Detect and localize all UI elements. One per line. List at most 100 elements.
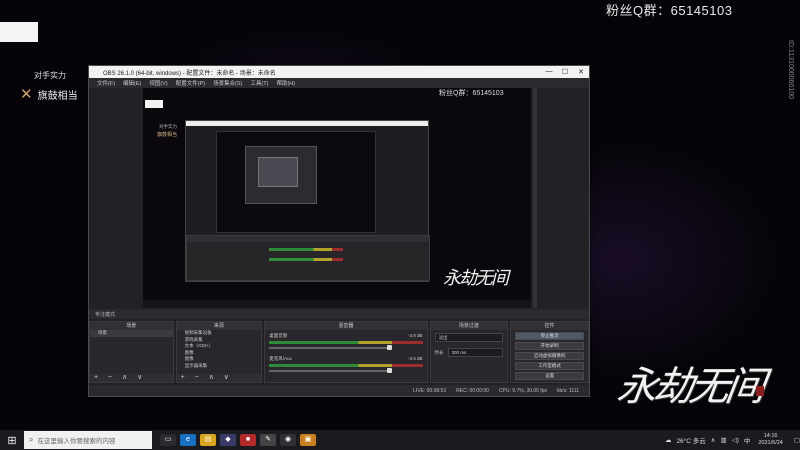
channel-db: -3.9 dB xyxy=(408,356,423,361)
channel-db: -3.9 dB xyxy=(408,333,423,338)
transitions-dock: 场景过渡 淡出 时长 300 ms xyxy=(429,321,509,383)
duration-field[interactable]: 300 ms xyxy=(447,348,504,357)
transitions-title: 场景过渡 xyxy=(430,322,508,330)
obs-docks: 场景 场景 + − ∧ ∨ 来源 视频采集设备 游戏采集 文本（GDI+） 图像… xyxy=(89,321,589,383)
obs-title: OBS 26.1.0 (64-bit, windows) - 配置文件：未命名 … xyxy=(103,70,276,77)
nested-obs-window xyxy=(185,120,430,282)
system-tray: ☁ 26°C 多云 ∧ ▥ ◁) 中 14:16 2021/6/24 ▢ xyxy=(660,433,800,447)
app-icon[interactable]: ✎ xyxy=(260,434,276,446)
mixer-title: 混音器 xyxy=(265,322,427,330)
scene-item[interactable]: 场景 xyxy=(90,330,173,337)
tray-arrow-icon[interactable]: ∧ xyxy=(711,436,716,444)
maximize-icon[interactable]: ☐ xyxy=(557,68,573,76)
mixer-channel: 桌面音频 -3.9 dB xyxy=(269,333,423,350)
controls-dock: 控件 停止推流 开始录制 启动虚拟摄像机 工作室模式 设置 退出 xyxy=(510,321,589,383)
windows-taskbar: ⊞ ⌕ 在这里输入你要搜索的内容 ▭ e ▤ ◆ ■ ✎ ◉ ▣ ☁ 26°C … xyxy=(0,430,800,450)
volume-slider[interactable] xyxy=(269,345,392,350)
menu-file[interactable]: 文件(F) xyxy=(97,79,115,87)
scenes-title: 场景 xyxy=(90,322,173,330)
menu-edit[interactable]: 编辑(E) xyxy=(123,79,141,87)
obs-icon[interactable]: ◉ xyxy=(280,434,296,446)
obs-titlebar[interactable]: OBS 26.1.0 (64-bit, windows) - 配置文件：未命名 … xyxy=(89,66,589,78)
minimize-icon[interactable]: — xyxy=(541,68,557,76)
notification-icon[interactable]: ▢ xyxy=(794,436,800,444)
stats-bar: 专注模式 xyxy=(89,309,589,319)
volume-meter xyxy=(269,364,423,367)
stats-label: 专注模式 xyxy=(95,311,116,318)
app-icon[interactable]: ◆ xyxy=(220,434,236,446)
clock-time: 14:16 xyxy=(763,433,778,439)
menu-help[interactable]: 帮助(H) xyxy=(276,79,295,87)
source-item[interactable]: 显示器采集 xyxy=(177,363,262,370)
channel-name: 麦克风/Aux xyxy=(269,356,292,361)
volume-slider[interactable] xyxy=(269,368,392,373)
ime-indicator[interactable]: 中 xyxy=(744,435,751,445)
nested-window-3 xyxy=(258,157,298,187)
cpu-status: CPU: 9.7%, 30.00 fps xyxy=(498,387,548,394)
nested-window-2 xyxy=(245,146,317,204)
app-icon[interactable]: ▣ xyxy=(300,434,316,446)
opponent-label: 对手实力 xyxy=(34,71,66,80)
fan-group-text: 粉丝Q群：65145103 xyxy=(606,3,733,18)
scenes-toolbar[interactable]: + − ∧ ∨ xyxy=(90,374,173,382)
exit-button[interactable]: 退出 xyxy=(515,382,584,383)
preview-white-block xyxy=(145,100,163,108)
network-icon[interactable]: ▥ xyxy=(721,436,727,444)
channel-name: 桌面音频 xyxy=(269,333,288,338)
preview-opponent-label: 对手实力 xyxy=(159,124,177,129)
stop-streaming-button[interactable]: 停止推流 xyxy=(515,332,584,340)
nested-preview xyxy=(216,131,376,233)
task-view-icon[interactable]: ▭ xyxy=(160,434,176,446)
menu-scene-collection[interactable]: 场景集合(S) xyxy=(213,79,242,87)
sources-dock: 来源 视频采集设备 游戏采集 文本（GDI+） 图像 图像 显示器采集 + − … xyxy=(175,321,263,383)
duration-label: 时长 xyxy=(434,349,444,355)
game-logo: 永劫无间 xyxy=(614,364,765,410)
clock-date: 2021/6/24 xyxy=(758,440,783,446)
mixer-channel: 麦克风/Aux -3.9 dB xyxy=(269,356,423,373)
nested-docks xyxy=(186,235,430,281)
app-icon[interactable]: ■ xyxy=(240,434,256,446)
menu-profile[interactable]: 配置文件(P) xyxy=(176,79,205,87)
crossed-swords-icon: ✕ xyxy=(20,85,33,103)
weather-icon: ☁ xyxy=(664,437,672,444)
menu-view[interactable]: 视图(V) xyxy=(149,79,167,87)
search-icon: ⌕ xyxy=(29,435,34,444)
taskbar-search[interactable]: ⌕ 在这里输入你要搜索的内容 xyxy=(24,431,152,449)
obs-preview[interactable]: 粉丝Q群：65145103 对手实力 旗鼓相当 永劫无间 xyxy=(143,88,531,308)
volume-meter xyxy=(269,341,423,344)
rec-status: REC: 00:00:00 xyxy=(456,387,489,394)
studio-mode-button[interactable]: 工作室模式 xyxy=(515,362,584,370)
obs-statusbar: LIVE: 00:08:53 REC: 00:00:00 CPU: 9.7%, … xyxy=(89,385,589,396)
transition-select[interactable]: 淡出 xyxy=(434,333,504,342)
controls-title: 控件 xyxy=(511,322,588,330)
edge-icon[interactable]: e xyxy=(180,434,196,446)
kbps-status: kb/s: 1111 xyxy=(557,387,579,394)
start-recording-button[interactable]: 开始录制 xyxy=(515,342,584,350)
preview-opponent-name: 旗鼓相当 xyxy=(157,132,178,138)
close-icon[interactable]: ✕ xyxy=(573,68,589,76)
white-block xyxy=(0,22,38,42)
settings-button[interactable]: 设置 xyxy=(515,372,584,380)
start-virtual-camera-button[interactable]: 启动虚拟摄像机 xyxy=(515,352,584,360)
sources-title: 来源 xyxy=(176,322,262,330)
obs-window[interactable]: OBS 26.1.0 (64-bit, windows) - 配置文件：未命名 … xyxy=(88,65,590,397)
preview-game-logo: 永劫无间 xyxy=(443,268,509,289)
clock[interactable]: 14:16 2021/6/24 xyxy=(758,433,782,447)
logo-seal xyxy=(756,386,764,396)
nested-meter xyxy=(269,258,343,261)
file-explorer-icon[interactable]: ▤ xyxy=(200,434,216,446)
windows-start-icon[interactable]: ⊞ xyxy=(0,434,24,447)
obs-menubar: 文件(F) 编辑(E) 视图(V) 配置文件(P) 场景集合(S) 工具(T) … xyxy=(89,78,589,88)
sources-toolbar[interactable]: + − ∧ ∨ xyxy=(176,374,262,382)
preview-scrollbar[interactable] xyxy=(533,88,537,308)
nested-meter xyxy=(269,248,343,251)
preview-fan-group-text: 粉丝Q群：65145103 xyxy=(439,90,504,97)
weather-text[interactable]: 26°C 多云 xyxy=(676,435,705,445)
taskbar-apps: ▭ e ▤ ◆ ■ ✎ ◉ ▣ xyxy=(158,434,318,446)
opponent-strength-panel: 对手实力 ✕ 旗鼓相当 xyxy=(20,70,78,102)
search-placeholder: 在这里输入你要搜索的内容 xyxy=(37,438,116,445)
preview-taskbar xyxy=(143,300,531,308)
live-status: LIVE: 00:08:53 xyxy=(413,387,447,394)
volume-icon[interactable]: ◁) xyxy=(732,436,739,444)
menu-tools[interactable]: 工具(T) xyxy=(250,79,268,87)
